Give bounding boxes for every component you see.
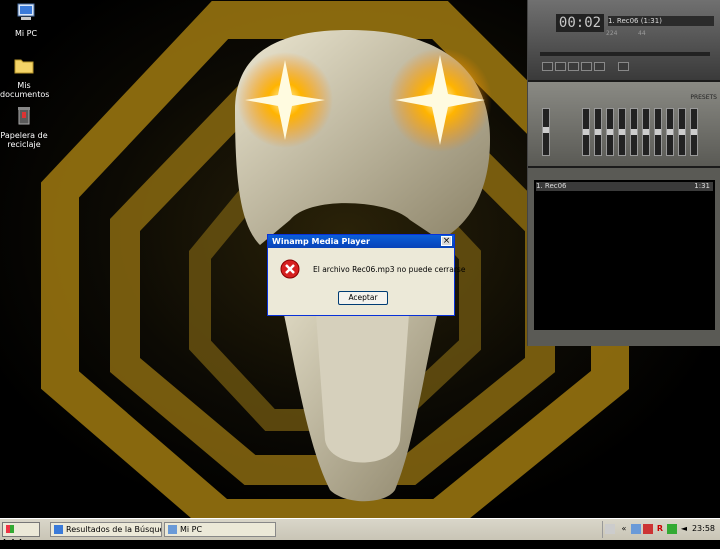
next-button[interactable] xyxy=(594,62,605,71)
dialog-titlebar[interactable]: Winamp Media Player × xyxy=(268,235,454,248)
desktop-icon-recycle-bin[interactable]: Papelera de reciclaje xyxy=(0,104,48,149)
network-icon[interactable] xyxy=(631,524,641,534)
my-computer-icon xyxy=(168,525,177,534)
shield-icon[interactable] xyxy=(643,524,653,534)
search-window-icon xyxy=(54,525,63,534)
play-button[interactable] xyxy=(555,62,566,71)
my-computer-icon xyxy=(17,3,35,20)
taskbar-item-search-results[interactable]: Resultados de la Búsque... xyxy=(50,522,162,537)
clock: 23:58 xyxy=(691,524,715,533)
desktop-icon-label: Mis documentos xyxy=(0,81,50,99)
taskbar: Inicio Resultados de la Búsque... Mi PC … xyxy=(0,518,720,547)
prev-button[interactable] xyxy=(542,62,553,71)
eq-presets-label[interactable]: PRESETS xyxy=(690,94,717,101)
eq-band-slider[interactable] xyxy=(630,108,638,156)
eq-band-slider[interactable] xyxy=(582,108,590,156)
eq-band-slider[interactable] xyxy=(666,108,674,156)
recycle-bin-icon xyxy=(18,107,30,125)
stop-button[interactable] xyxy=(581,62,592,71)
error-dialog: Winamp Media Player × El archivo Rec06.m… xyxy=(267,234,465,316)
winamp-khz: 44 xyxy=(638,30,646,37)
dialog-title: Winamp Media Player xyxy=(272,237,370,246)
keyboard-icon[interactable] xyxy=(605,524,615,534)
volume-icon[interactable]: ◄ xyxy=(679,524,689,534)
chevron-left-icon[interactable]: « xyxy=(619,524,629,534)
playlist-area[interactable]: 1. Rec06 1:31 xyxy=(534,180,715,330)
accept-button[interactable]: Aceptar xyxy=(338,291,388,305)
playlist-item-duration: 1:31 xyxy=(694,182,710,190)
folder-icon xyxy=(14,59,34,74)
eq-band-slider[interactable] xyxy=(690,108,698,156)
desktop-icon-my-documents[interactable]: Mis documentos xyxy=(0,54,50,99)
winamp-kbps: 224 xyxy=(606,30,618,37)
taskbar-item-label: Resultados de la Búsque... xyxy=(66,525,162,534)
winamp-equalizer: PRESETS xyxy=(528,82,720,166)
taskbar-item-label: Mi PC xyxy=(180,525,203,534)
eq-band-slider[interactable] xyxy=(654,108,662,156)
start-button[interactable]: Inicio xyxy=(2,522,40,547)
winamp-time-display: 00:02 xyxy=(556,14,604,32)
eq-band-slider[interactable] xyxy=(678,108,686,156)
windows-logo-icon xyxy=(6,525,14,533)
desktop-icon-label: Papelera de reciclaje xyxy=(0,131,48,149)
winamp-main-panel: 00:02 1. Rec06 (1:31) 224 44 xyxy=(528,0,720,80)
start-label: Inicio xyxy=(3,538,28,547)
desktop-icon-my-computer[interactable]: Mi PC xyxy=(2,2,50,38)
winamp-seek-bar[interactable] xyxy=(540,52,710,56)
taskbar-item-my-computer[interactable]: Mi PC xyxy=(164,522,276,537)
desktop-icon-label: Mi PC xyxy=(14,29,38,38)
winamp-playlist: 1. Rec06 1:31 xyxy=(528,168,720,346)
eq-band-slider[interactable] xyxy=(642,108,650,156)
playlist-item[interactable]: 1. Rec06 1:31 xyxy=(536,182,713,191)
playlist-item-title: 1. Rec06 xyxy=(536,182,567,190)
eq-band-slider[interactable] xyxy=(618,108,626,156)
close-button[interactable]: × xyxy=(441,236,452,246)
eq-preamp-slider[interactable] xyxy=(542,108,550,156)
winamp-window: 00:02 1. Rec06 (1:31) 224 44 PRESETS 1. … xyxy=(527,0,720,346)
eq-band-slider[interactable] xyxy=(594,108,602,156)
pause-button[interactable] xyxy=(568,62,579,71)
desktop: Mi PC Mis documentos Papelera de recicla… xyxy=(0,0,720,518)
eject-button[interactable] xyxy=(618,62,629,71)
security-icon[interactable] xyxy=(667,524,677,534)
system-tray: « R ◄ 23:58 xyxy=(602,521,719,538)
error-icon xyxy=(280,259,300,279)
eq-band-slider[interactable] xyxy=(606,108,614,156)
winamp-track-title: 1. Rec06 (1:31) xyxy=(608,16,714,26)
dialog-message: El archivo Rec06.mp3 no puede cerrarse xyxy=(313,265,466,274)
antivirus-icon[interactable]: R xyxy=(655,524,665,534)
